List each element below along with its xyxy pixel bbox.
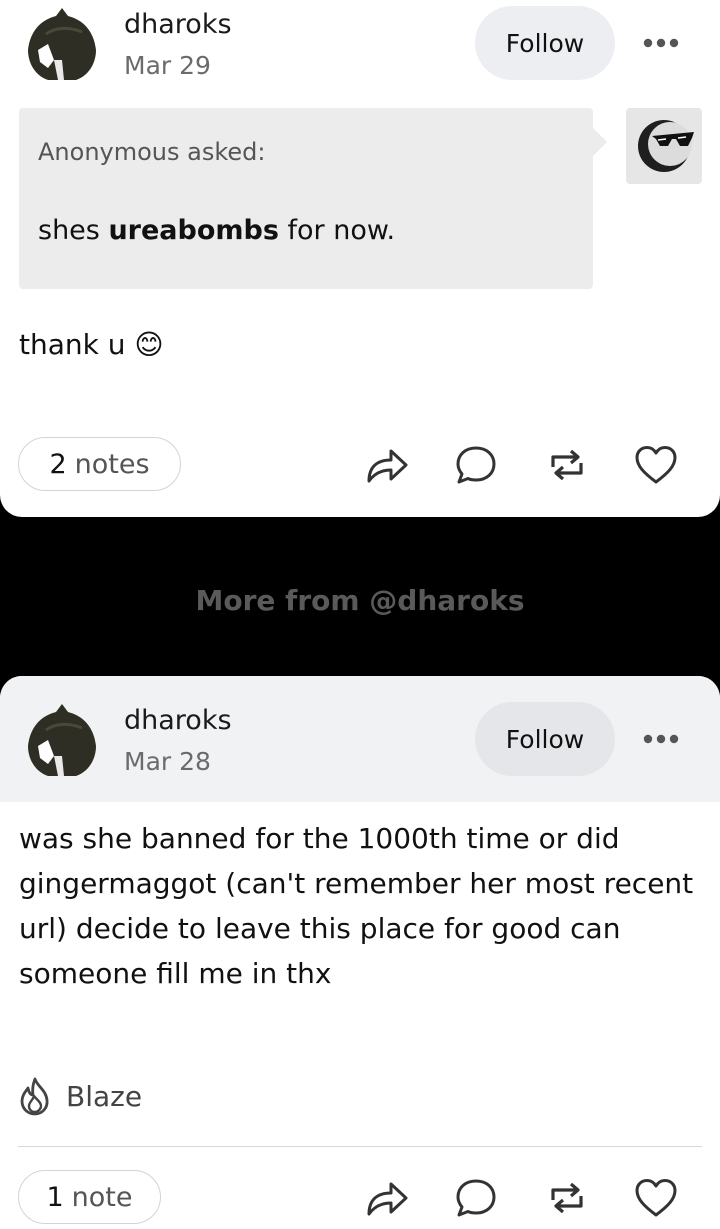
notes-label: note: [71, 1181, 133, 1213]
asked-label: asked:: [187, 138, 266, 166]
notes-button[interactable]: 1 note: [18, 1170, 161, 1224]
question-text: shes: [38, 215, 109, 246]
ask-header: Anonymous asked:: [38, 138, 266, 166]
post-divider: [18, 1146, 702, 1147]
share-icon[interactable]: [365, 1176, 409, 1220]
post-answer: thank u 😊: [19, 328, 164, 361]
share-icon[interactable]: [365, 443, 409, 487]
author-avatar[interactable]: [24, 702, 100, 778]
blaze-label: Blaze: [66, 1079, 143, 1113]
sunglasses-face-icon: [638, 120, 694, 172]
post-body: was she banned for the 1000th time or di…: [19, 816, 693, 996]
reblog-icon[interactable]: [545, 1176, 589, 1220]
notes-count: 2: [49, 448, 67, 480]
follow-button[interactable]: Follow: [475, 6, 615, 80]
author-avatar[interactable]: [24, 6, 100, 82]
heart-icon[interactable]: [634, 443, 678, 487]
notes-count: 1: [46, 1181, 64, 1213]
post-card: dharoks Mar 29 Follow Anonymous asked: s…: [0, 0, 720, 517]
post-body-line: was she banned for the 1000th time or di…: [19, 822, 620, 855]
post-date[interactable]: Mar 29: [124, 51, 211, 80]
question-text-end: for now.: [278, 215, 396, 246]
flame-icon: [20, 1077, 49, 1116]
asker-name: Anonymous: [38, 138, 180, 166]
more-dots-icon[interactable]: [641, 33, 681, 53]
post-card: dharoks Mar 28 Follow was she banned for…: [0, 676, 720, 1229]
post-body-line: gingermaggot (can't remember her most re…: [19, 867, 694, 900]
reply-icon[interactable]: [454, 1176, 498, 1220]
ask-question: shes ureabombs for now.: [38, 215, 395, 246]
heart-icon[interactable]: [634, 1176, 678, 1220]
blaze-button[interactable]: Blaze: [18, 1074, 142, 1118]
notes-label: notes: [74, 448, 150, 480]
more-dots-icon[interactable]: [641, 729, 681, 749]
reply-icon[interactable]: [454, 443, 498, 487]
reblog-icon[interactable]: [545, 443, 589, 487]
ask-bubble-tail: [593, 128, 607, 156]
notes-button[interactable]: 2 notes: [18, 437, 181, 491]
ask-bubble: [19, 108, 593, 289]
author-name[interactable]: dharoks: [124, 9, 232, 40]
post-body-line: url) decide to leave this place for good…: [19, 912, 621, 945]
follow-button[interactable]: Follow: [475, 702, 615, 776]
post-body-line: someone fill me in thx: [19, 957, 332, 990]
more-from-heading[interactable]: More from @dharoks: [0, 584, 720, 617]
post-date[interactable]: Mar 28: [124, 747, 211, 776]
anonymous-avatar: [626, 108, 702, 184]
author-name[interactable]: dharoks: [124, 705, 232, 736]
question-mention[interactable]: ureabombs: [108, 215, 278, 246]
